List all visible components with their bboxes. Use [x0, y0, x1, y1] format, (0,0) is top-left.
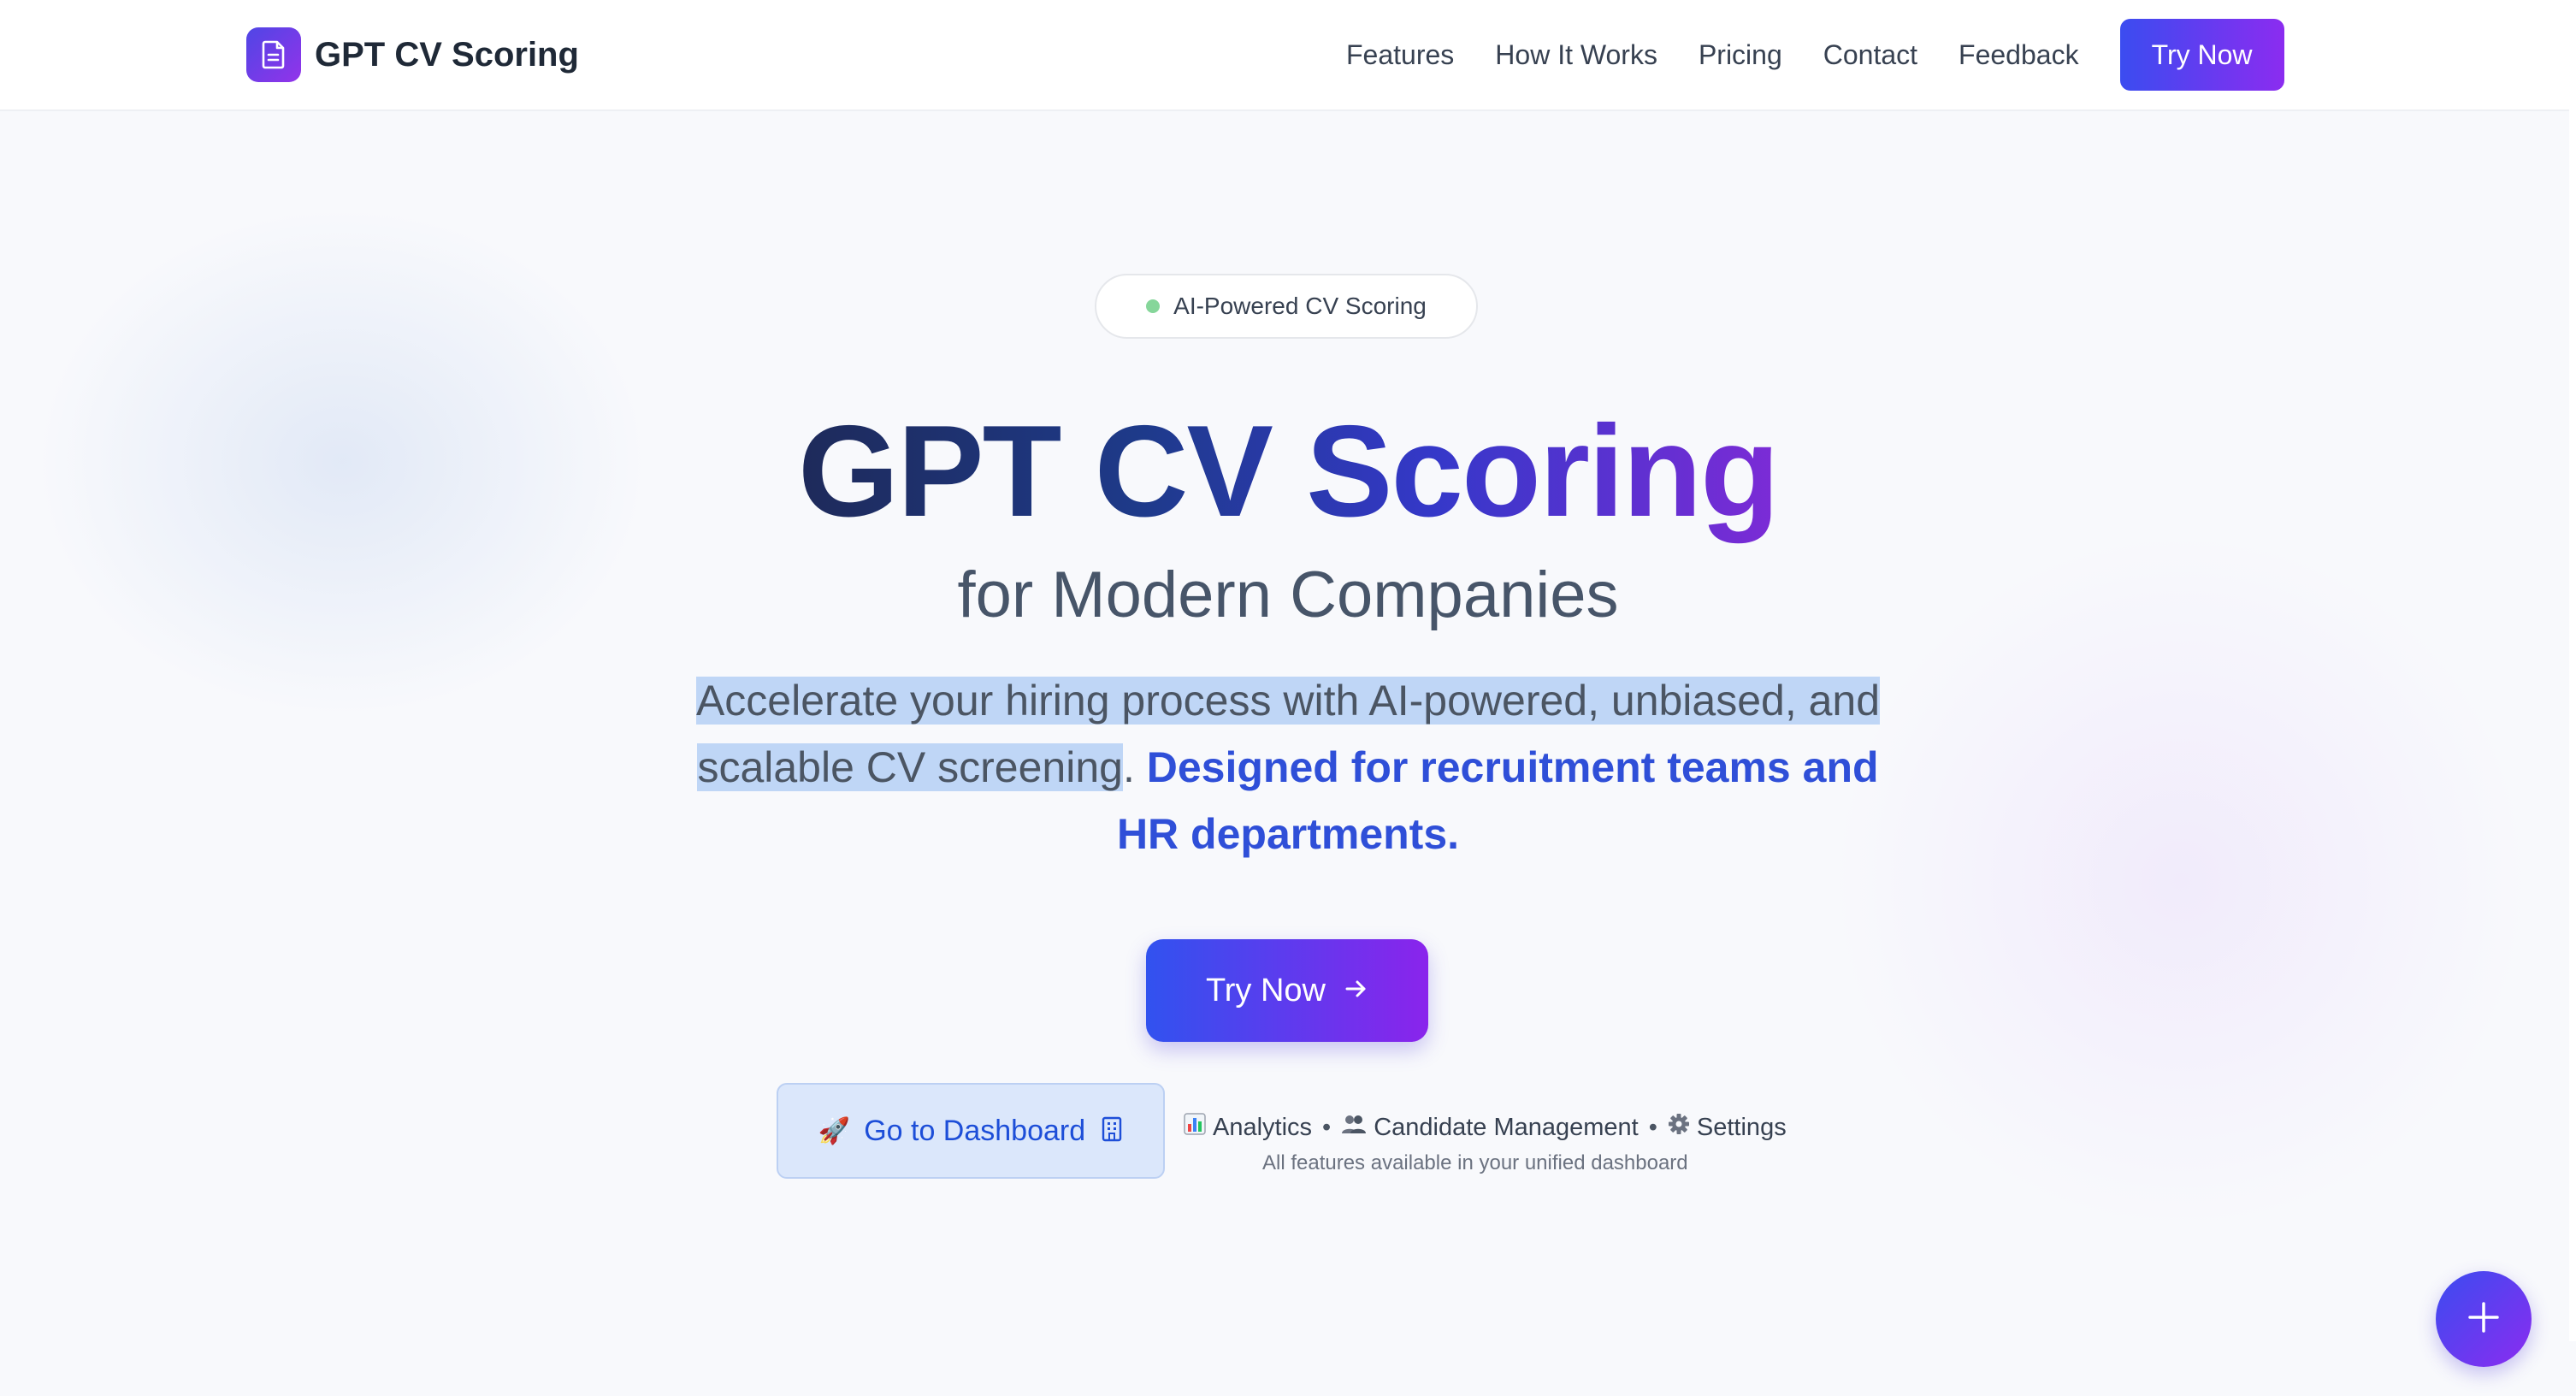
plus-icon — [2466, 1299, 2502, 1340]
nav-contact[interactable]: Contact — [1823, 39, 1917, 71]
nav-pricing[interactable]: Pricing — [1699, 39, 1782, 71]
feature-analytics: Analytics — [1213, 1113, 1313, 1141]
document-icon — [246, 27, 301, 82]
rocket-icon: 🚀 — [818, 1116, 851, 1145]
nav-features[interactable]: Features — [1346, 39, 1454, 71]
arrow-right-icon — [1344, 979, 1368, 1003]
hero-title: GPT CV Scoring — [0, 390, 2576, 553]
hero-description-accent: Designed for recruitment teams and HR de… — [1116, 743, 1879, 858]
top-navbar: GPT CV Scoring Features How It Works Pri… — [0, 0, 2576, 111]
feature-settings: Settings — [1696, 1113, 1787, 1141]
features-note: All features available in your unified d… — [1262, 1151, 1688, 1174]
feature-candidate-management: Candidate Management — [1374, 1113, 1639, 1141]
hero-title-text: GPT CV Scoring — [798, 399, 1780, 544]
bar-chart-icon — [1184, 1113, 1206, 1142]
main-nav: Features How It Works Pricing Contact Fe… — [1346, 19, 2284, 91]
scrollbar-track[interactable] — [2569, 109, 2576, 1341]
separator: • — [1322, 1113, 1332, 1141]
separator: • — [1648, 1113, 1657, 1141]
dashboard-label: Go to Dashboard — [864, 1114, 1086, 1147]
nav-feedback[interactable]: Feedback — [1959, 39, 2079, 71]
floating-add-button[interactable] — [2436, 1271, 2532, 1367]
brand-name: GPT CV Scoring — [315, 35, 579, 74]
ai-badge: AI-Powered CV Scoring — [1095, 274, 1478, 339]
go-to-dashboard-button[interactable]: 🚀 Go to Dashboard — [777, 1083, 1165, 1179]
hero-cta-label: Try Now — [1205, 972, 1326, 1009]
brand-logo[interactable]: GPT CV Scoring — [246, 27, 579, 82]
users-icon — [1341, 1113, 1367, 1142]
hero-description: Accelerate your hiring process with AI-p… — [667, 667, 1909, 867]
nav-how-it-works[interactable]: How It Works — [1495, 39, 1657, 71]
hero-description-period: . — [1122, 743, 1135, 791]
status-dot-icon — [1146, 299, 1161, 313]
header-try-now-button[interactable]: Try Now — [2119, 19, 2284, 91]
badge-label: AI-Powered CV Scoring — [1173, 293, 1427, 319]
gear-icon — [1668, 1113, 1690, 1142]
hero-try-now-button[interactable]: Try Now — [1146, 939, 1428, 1042]
building-icon — [1101, 1116, 1123, 1146]
dashboard-features-list: Analytics • Candidate Management • Setti… — [1184, 1110, 1787, 1145]
hero-subtitle: for Modern Companies — [957, 559, 1619, 631]
